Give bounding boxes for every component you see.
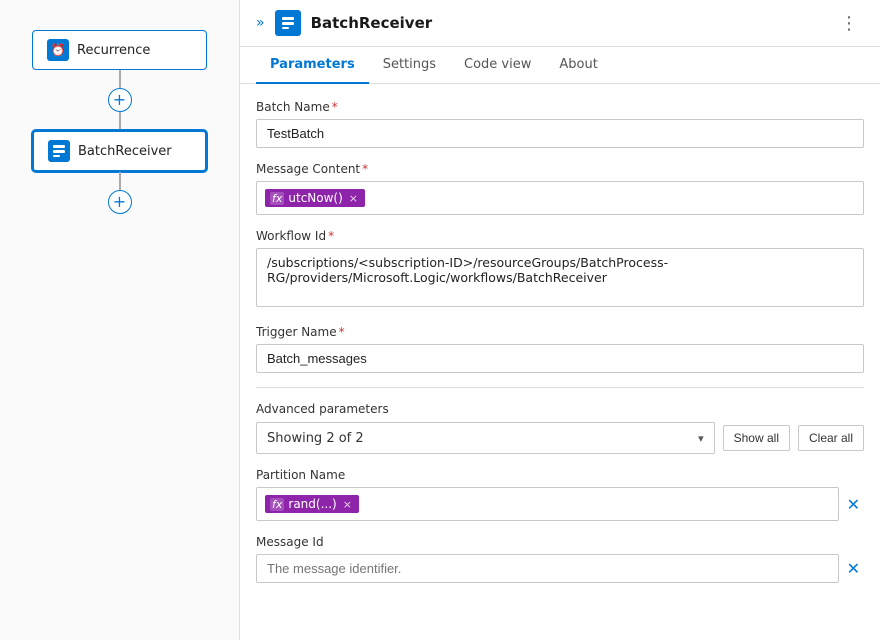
- batch-name-label: Batch Name*: [256, 100, 864, 114]
- trigger-name-group: Trigger Name*: [256, 325, 864, 373]
- recurrence-icon: ⏰: [47, 39, 69, 61]
- advanced-params-row: Showing 2 of 2 ▾ Show all Clear all: [256, 422, 864, 454]
- dropdown-value: Showing 2 of 2: [267, 431, 364, 446]
- batch-receiver-icon: [48, 140, 70, 162]
- flow-line-2: [119, 112, 121, 130]
- partition-clear-icon[interactable]: ✕: [843, 493, 864, 516]
- workflow-id-label: Workflow Id*: [256, 229, 864, 243]
- message-content-label: Message Content*: [256, 162, 864, 176]
- message-content-input[interactable]: fx utcNow() ×: [256, 181, 864, 215]
- utcnow-tag[interactable]: fx utcNow() ×: [265, 189, 365, 207]
- connector-2: +: [108, 172, 132, 214]
- clear-all-button[interactable]: Clear all: [798, 425, 864, 451]
- fx-icon: fx: [270, 192, 284, 205]
- advanced-params-label: Advanced parameters: [256, 402, 864, 416]
- message-id-input[interactable]: [256, 554, 839, 583]
- tab-bar: Parameters Settings Code view About: [240, 47, 880, 84]
- panel-title: BatchReceiver: [311, 14, 824, 32]
- tab-code-view[interactable]: Code view: [450, 47, 545, 84]
- message-id-label: Message Id: [256, 535, 864, 549]
- panel-content: Batch Name* Message Content* fx utcNow()…: [240, 84, 880, 640]
- advanced-params-dropdown[interactable]: Showing 2 of 2 ▾: [256, 422, 715, 454]
- partition-name-label: Partition Name: [256, 468, 864, 482]
- tag-label: utcNow(): [288, 191, 342, 205]
- show-all-button[interactable]: Show all: [723, 425, 790, 451]
- left-panel: ⏰ Recurrence + BatchReceiver +: [0, 0, 240, 640]
- batch-name-group: Batch Name*: [256, 100, 864, 148]
- recurrence-node[interactable]: ⏰ Recurrence: [32, 30, 207, 70]
- workflow-id-group: Workflow Id* /subscriptions/<subscriptio…: [256, 229, 864, 311]
- trigger-name-label: Trigger Name*: [256, 325, 864, 339]
- collapse-icon[interactable]: »: [256, 15, 265, 31]
- batch-receiver-node[interactable]: BatchReceiver: [32, 130, 207, 172]
- rand-tag[interactable]: fx rand(...) ×: [265, 495, 359, 513]
- message-content-group: Message Content* fx utcNow() ×: [256, 162, 864, 215]
- right-panel: » BatchReceiver ⋮ Parameters Settings Co…: [240, 0, 880, 640]
- rand-tag-close[interactable]: ×: [343, 498, 352, 511]
- message-id-clear-icon[interactable]: ✕: [843, 557, 864, 580]
- tab-about[interactable]: About: [545, 47, 611, 84]
- partition-name-input[interactable]: fx rand(...) ×: [256, 487, 839, 521]
- panel-header: » BatchReceiver ⋮: [240, 0, 880, 47]
- connector-1: +: [108, 70, 132, 130]
- add-button-1[interactable]: +: [108, 88, 132, 112]
- panel-header-icon: [275, 10, 301, 36]
- flow-line-3: [119, 172, 121, 190]
- recurrence-label: Recurrence: [77, 43, 150, 58]
- message-id-field: ✕: [256, 554, 864, 583]
- rand-tag-label: rand(...): [288, 497, 336, 511]
- chevron-down-icon: ▾: [698, 432, 704, 445]
- flow-line-1: [119, 70, 121, 88]
- partition-name-field: fx rand(...) × ✕: [256, 487, 864, 521]
- advanced-params-group: Advanced parameters Showing 2 of 2 ▾ Sho…: [256, 402, 864, 454]
- tag-close-icon[interactable]: ×: [349, 192, 358, 205]
- section-divider: [256, 387, 864, 388]
- message-id-group: Message Id ✕: [256, 535, 864, 583]
- batch-name-input[interactable]: [256, 119, 864, 148]
- tab-settings[interactable]: Settings: [369, 47, 450, 84]
- more-options-icon[interactable]: ⋮: [834, 11, 864, 36]
- trigger-name-input[interactable]: [256, 344, 864, 373]
- batch-receiver-label: BatchReceiver: [78, 144, 172, 159]
- workflow-id-input[interactable]: /subscriptions/<subscription-ID>/resourc…: [256, 248, 864, 307]
- add-button-2[interactable]: +: [108, 190, 132, 214]
- tab-parameters[interactable]: Parameters: [256, 47, 369, 84]
- fx-icon-2: fx: [270, 498, 284, 511]
- partition-name-group: Partition Name fx rand(...) × ✕: [256, 468, 864, 521]
